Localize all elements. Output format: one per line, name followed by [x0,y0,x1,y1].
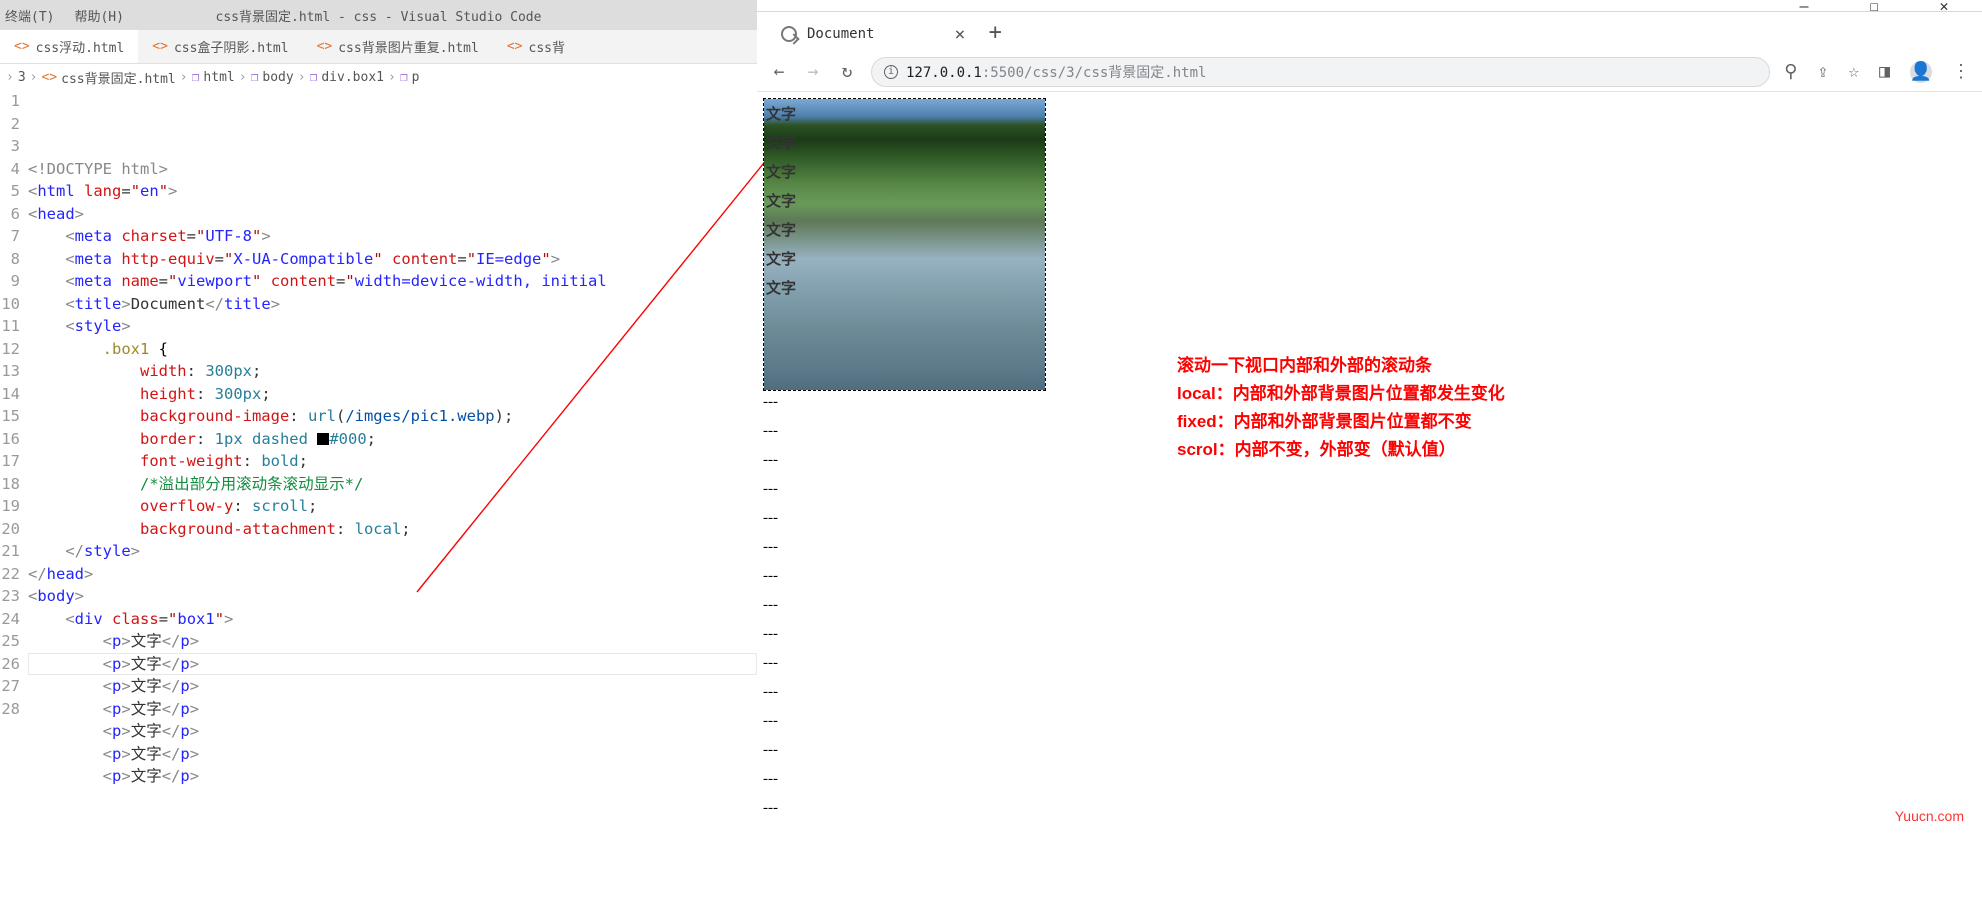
symbol-icon: ❐ [400,70,408,85]
crumb[interactable]: p [412,70,420,85]
forward-button[interactable]: → [803,61,823,82]
crumb[interactable]: 3 [18,70,26,85]
site-info-icon[interactable]: i [884,65,898,79]
chevron-right-icon: › [6,70,14,85]
new-tab-button[interactable]: + [979,20,1011,45]
breadcrumb[interactable]: ›3 ›<>css背景固定.html ›❐html ›❐body ›❐div.b… [0,64,757,90]
chevron-right-icon: › [388,70,396,85]
dash-row: --- [763,623,1976,652]
dash-row: --- [763,652,1976,681]
vscode-window: 终端(T) 帮助(H) css背景固定.html - css - Visual … [0,0,757,832]
window-title: css背景固定.html - css - Visual Studio Code [216,6,542,25]
chevron-right-icon: › [30,70,38,85]
chrome-tab[interactable]: Document × [767,16,979,52]
menu-icon[interactable]: ⋮ [1952,61,1970,82]
html-icon: <> [317,39,333,54]
note-line: scrol：内部不变，外部变（默认值） [1177,436,1505,464]
html-icon: <> [507,39,523,54]
page-content: 文字文字文字文字文字文字文字 -------------------------… [757,92,1982,832]
chrome-titlebar[interactable]: — ☐ ✕ [757,0,1982,12]
menu-terminal[interactable]: 终端(T) [5,6,54,25]
dash-row: --- [763,797,1976,826]
close-icon[interactable]: × [954,24,965,45]
dash-row: --- [763,507,1976,536]
address-bar[interactable]: i 127.0.0.1:5500/css/3/css背景固定.html [871,57,1770,87]
note-line: 滚动一下视口内部和外部的滚动条 [1177,352,1505,380]
star-icon[interactable]: ☆ [1848,61,1859,82]
profile-avatar[interactable]: 👤 [1910,61,1932,83]
box1-text: 文字 [764,244,1045,273]
chrome-toolbar: ← → ↻ i 127.0.0.1:5500/css/3/css背景固定.htm… [757,52,1982,92]
dash-row: --- [763,710,1976,739]
chrome-window: — ☐ ✕ Document × + ← → ↻ i 127.0.0.1:550… [757,0,1982,832]
dash-row: --- [763,478,1976,507]
menu-help[interactable]: 帮助(H) [74,6,123,25]
box1-text: 文字 [764,128,1045,157]
box1-text: 文字 [764,99,1045,128]
current-line-highlight [28,653,757,676]
crumb[interactable]: css背景固定.html [61,68,176,87]
search-icon[interactable]: ⚲ [1784,61,1797,82]
share-icon[interactable]: ⇪ [1817,61,1828,82]
box1-text: 文字 [764,215,1045,244]
html-icon: <> [41,70,57,85]
html-icon: <> [14,39,30,54]
box1-text: 文字 [764,157,1045,186]
code-editor[interactable]: 1234567891011121314151617181920212223242… [0,90,757,788]
chrome-tabstrip[interactable]: Document × + [757,12,1982,52]
annotation-notes: 滚动一下视口内部和外部的滚动条local：内部和外部背景图片位置都发生变化fix… [1177,352,1505,464]
dash-row: --- [763,536,1976,565]
line-numbers: 1234567891011121314151617181920212223242… [0,90,28,788]
chrome-tab-title: Document [807,26,874,42]
globe-icon [781,26,797,42]
crumb[interactable]: div.box1 [321,70,384,85]
chevron-right-icon: › [239,70,247,85]
symbol-icon: ❐ [310,70,318,85]
tab-2[interactable]: <>css背景图片重复.html [303,30,493,63]
vscode-title-bar[interactable]: 终端(T) 帮助(H) css背景固定.html - css - Visual … [0,0,757,30]
note-line: fixed：内部和外部背景图片位置都不变 [1177,408,1505,436]
symbol-icon: ❐ [192,70,200,85]
dash-row: --- [763,565,1976,594]
box1-text: 文字 [764,273,1045,302]
dash-row: --- [763,681,1976,710]
box1-text: 文字 [764,186,1045,215]
code-area[interactable]: <!DOCTYPE html><html lang="en"><head> <m… [28,90,757,788]
html-icon: <> [152,39,168,54]
tab-0[interactable]: <>css浮动.html [0,30,138,63]
editor-tabs: <>css浮动.html <>css盒子阴影.html <>css背景图片重复.… [0,30,757,64]
chevron-right-icon: › [180,70,188,85]
panel-icon[interactable]: ◨ [1879,61,1890,82]
url-text: 127.0.0.1:5500/css/3/css背景固定.html [906,62,1206,82]
crumb[interactable]: body [262,70,293,85]
note-line: local：内部和外部背景图片位置都发生变化 [1177,380,1505,408]
tab-1[interactable]: <>css盒子阴影.html [138,30,302,63]
dash-row: --- [763,739,1976,768]
crumb[interactable]: html [203,70,234,85]
dash-row: --- [763,594,1976,623]
reload-button[interactable]: ↻ [837,61,857,82]
dash-row: --- [763,768,1976,797]
chevron-right-icon: › [298,70,306,85]
back-button[interactable]: ← [769,61,789,82]
watermark: Yuucn.com [1895,808,1964,824]
demo-box1[interactable]: 文字文字文字文字文字文字文字 [763,98,1046,391]
tab-3[interactable]: <>css背 [493,30,579,63]
symbol-icon: ❐ [251,70,259,85]
